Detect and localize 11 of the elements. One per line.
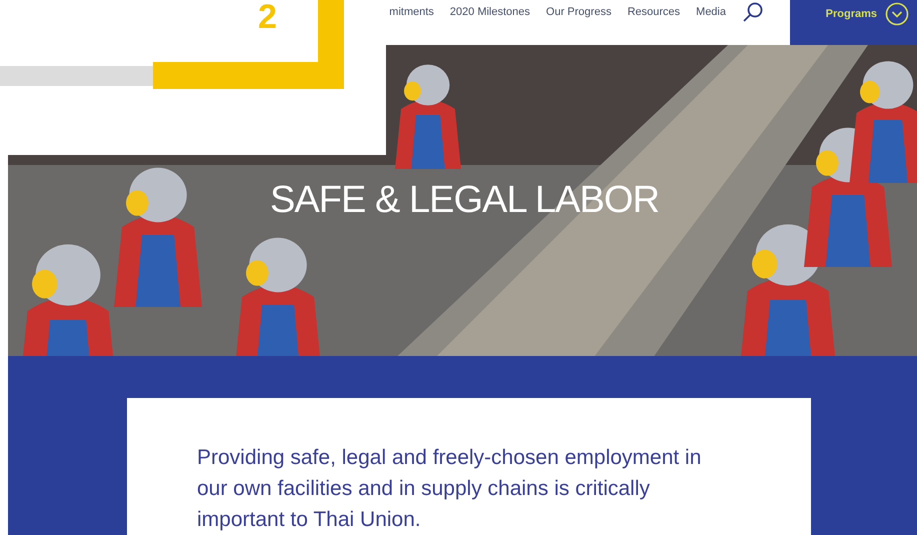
chevron-down-icon bbox=[885, 2, 909, 26]
search-icon[interactable] bbox=[742, 2, 764, 22]
nav-link[interactable]: Resources bbox=[627, 4, 680, 20]
hero-title: SAFE & LEGAL LABOR bbox=[268, 178, 660, 223]
intro-text: Providing safe, legal and freely-chosen employment in our own facilities and in supply chains is critically important to Thai Union. bbox=[197, 445, 702, 533]
nav-link[interactable]: mitments bbox=[389, 4, 434, 20]
programs-button[interactable]: Programs bbox=[790, 0, 917, 45]
nav-link[interactable]: Media bbox=[696, 4, 726, 20]
nav-link[interactable]: Our Progress bbox=[546, 4, 612, 20]
section-number: 2 bbox=[258, 0, 277, 34]
nav-link[interactable]: 2020 Milestones bbox=[450, 4, 530, 20]
